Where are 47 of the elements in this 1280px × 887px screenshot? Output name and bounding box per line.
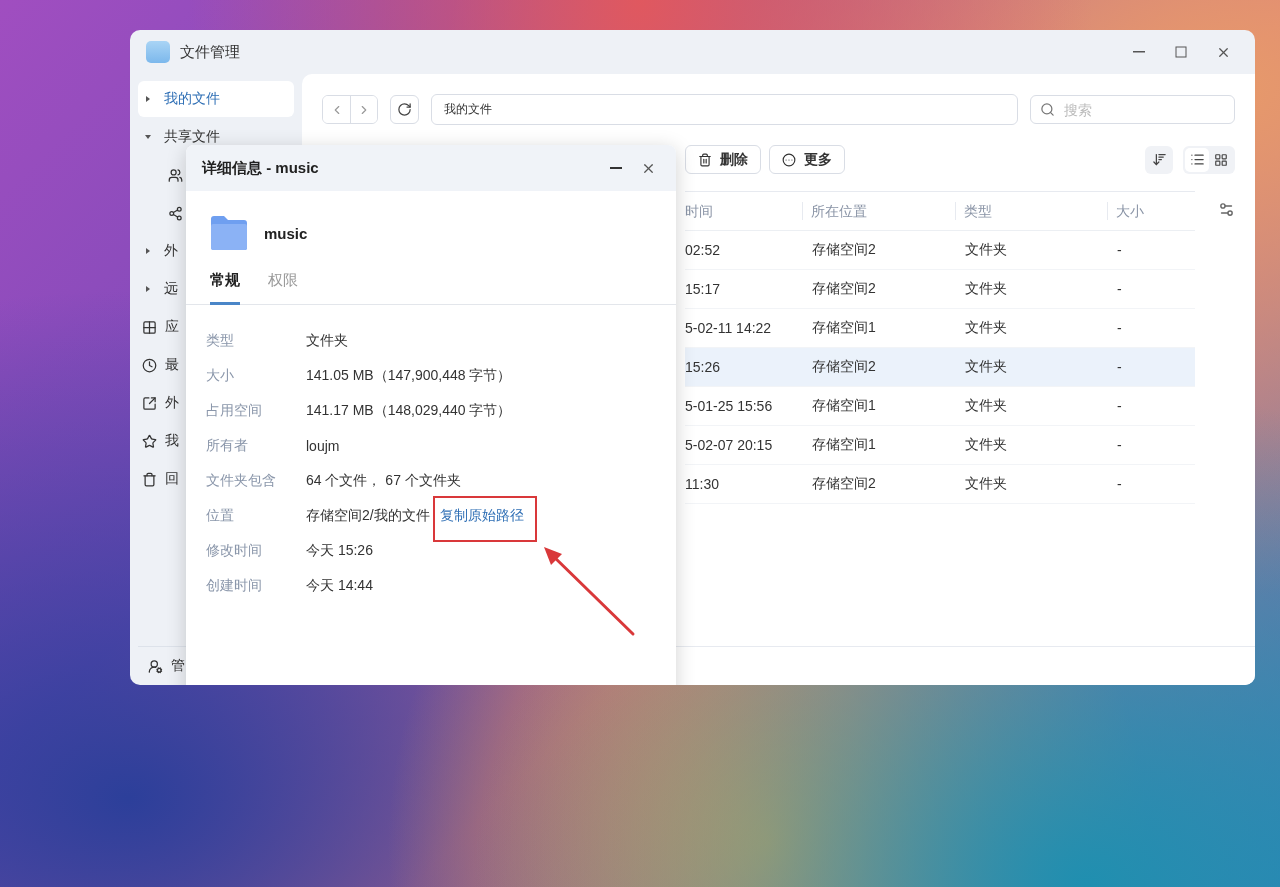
property-label: 占用空间: [206, 401, 263, 420]
table-cell-text: -: [1116, 437, 1123, 453]
table-cell-text: -: [1116, 281, 1123, 297]
table-cell-text: 文件夹: [964, 358, 1008, 376]
table-cell-text: 02:52: [685, 242, 722, 258]
table-cell-text: 5-02-11 14:22: [685, 320, 773, 336]
property-label: 文件夹包含: [206, 471, 277, 490]
property-value: 64 个文件， 67 个文件夹: [306, 471, 461, 490]
table-cell-text: 存储空间2: [811, 241, 877, 259]
file-name: music: [264, 224, 308, 242]
property-value: 存储空间2/我的文件: [306, 506, 430, 525]
table-cell-text: 11:30: [685, 476, 720, 492]
table-cell-text: -: [1116, 398, 1123, 414]
table-cell-text: 存储空间2: [811, 358, 877, 376]
table-cell-text: 15:26: [685, 359, 722, 375]
table-cell-text: 文件夹: [964, 436, 1008, 454]
table-cell-text: 5-01-25 15:56: [685, 398, 774, 414]
property-value: loujm: [306, 437, 340, 454]
property-value: 今天 14:44: [306, 576, 373, 595]
property-value: 141.17 MB（148,029,440 字节）: [306, 401, 512, 420]
table-cell-text: 存储空间1: [811, 397, 877, 415]
table-cell-text: 文件夹: [964, 241, 1008, 259]
table-cell-text: -: [1116, 242, 1123, 258]
table-cell-text: 5-02-07 20:15: [685, 437, 774, 453]
table-cell-text: 文件夹: [964, 319, 1008, 337]
table-cell-text: -: [1116, 476, 1123, 492]
property-label: 大小: [206, 366, 235, 385]
property-value: 141.05 MB（147,900,448 字节）: [306, 366, 512, 385]
table-cell-text: 存储空间1: [811, 319, 877, 337]
property-label: 修改时间: [206, 541, 263, 560]
property-label: 类型: [206, 331, 235, 350]
table-cell-text: 文件夹: [964, 280, 1008, 298]
property-value: 今天 15:26: [306, 541, 373, 560]
property-value: 文件夹: [306, 331, 348, 350]
table-cell-text: 文件夹: [964, 475, 1008, 493]
property-label: 位置: [206, 506, 235, 525]
dialog-title: 详细信息 - music: [202, 158, 320, 178]
table-cell-text: -: [1116, 359, 1123, 375]
table-cell-text: 文件夹: [964, 397, 1008, 415]
table-cell-text: -: [1116, 320, 1123, 336]
table-cell-text: 存储空间1: [811, 436, 877, 454]
table-cell-text: 存储空间2: [811, 280, 877, 298]
table-cell-text: 存储空间2: [811, 475, 877, 493]
table-cell-text: 15:17: [685, 281, 722, 297]
property-label: 创建时间: [206, 576, 263, 595]
window-title: 文件管理: [180, 42, 241, 62]
property-label: 所有者: [206, 436, 249, 455]
